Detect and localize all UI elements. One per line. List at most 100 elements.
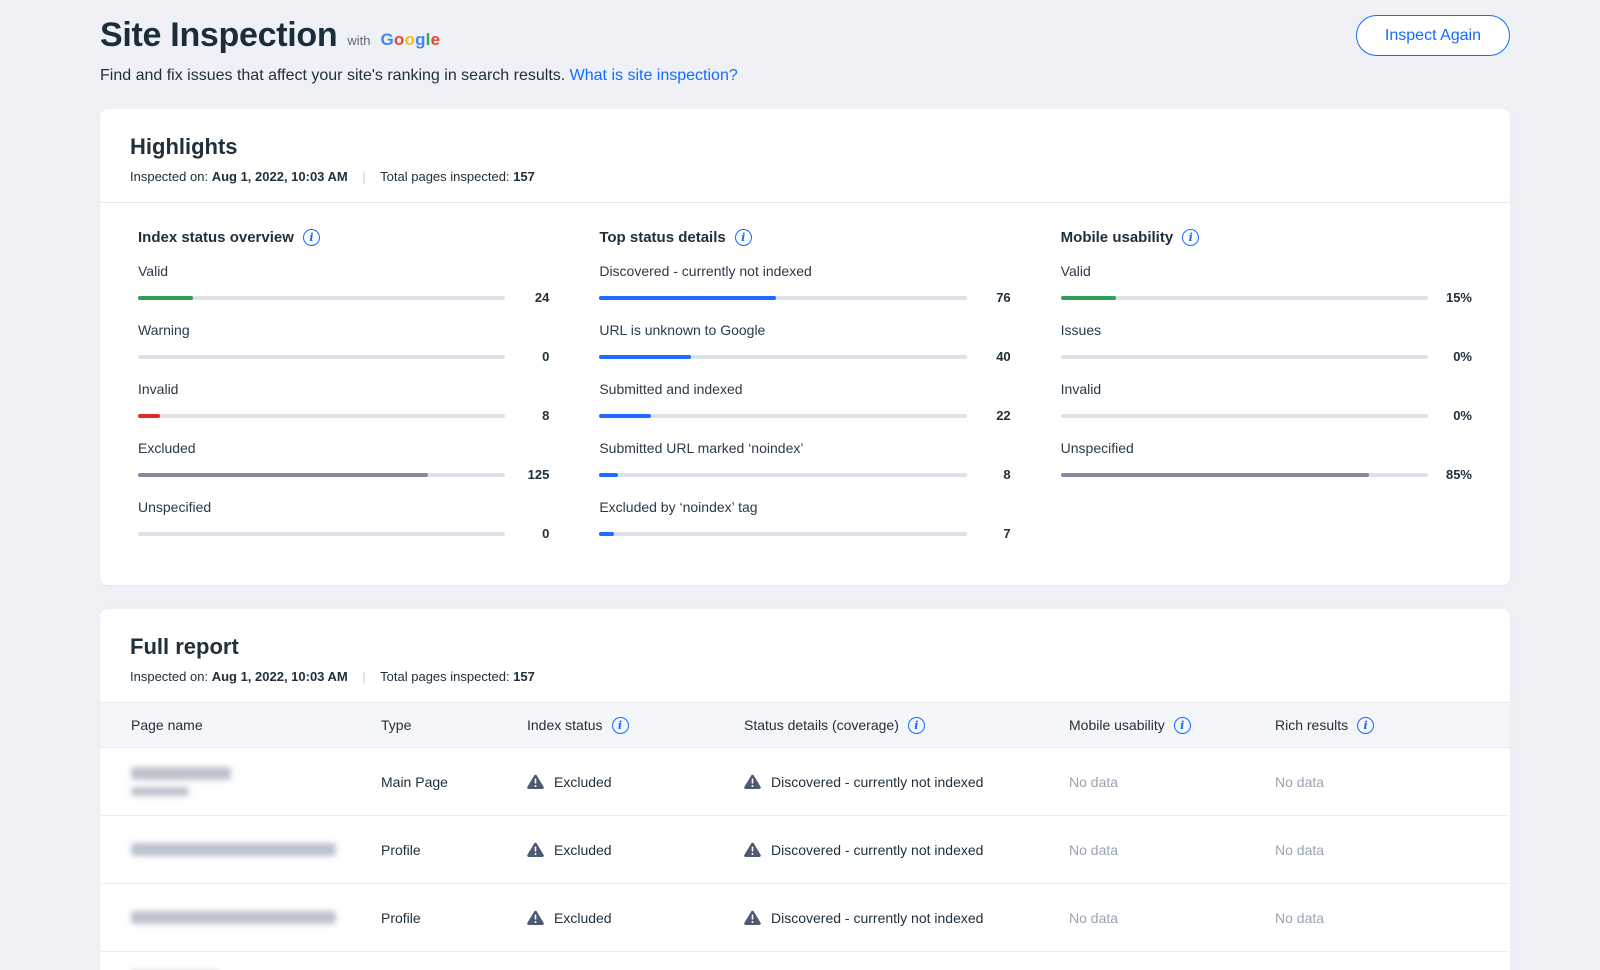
column-header-mobile-usability: Mobile usability <box>1069 717 1275 734</box>
progress-fill <box>599 296 775 300</box>
progress-track <box>138 296 505 300</box>
stat-discovered-not-indexed: Discovered - currently not indexed 76 <box>599 263 1010 305</box>
index-status-overview-title: Index status overview <box>138 229 294 246</box>
column-header-status-details: Status details (coverage) <box>744 717 1069 734</box>
warning-icon <box>527 910 544 925</box>
page-name-cell <box>131 767 381 796</box>
inspect-again-button[interactable]: Inspect Again <box>1356 15 1510 56</box>
rich-results-cell: No data <box>1275 774 1479 790</box>
progress-track <box>138 414 505 418</box>
full-report-card: Full report Inspected on: Aug 1, 2022, 1… <box>100 609 1510 970</box>
page-name-redacted <box>131 911 336 924</box>
column-header-page-name: Page name <box>131 717 381 733</box>
page-subtitle: Find and fix issues that affect your sit… <box>100 67 1510 85</box>
rich-results-cell: No data <box>1275 842 1479 858</box>
info-icon[interactable] <box>612 717 629 734</box>
info-icon[interactable] <box>1182 229 1199 246</box>
top-status-details-header: Top status details <box>599 229 1010 246</box>
stat-valid: Valid 24 <box>138 263 549 305</box>
table-header: Page name Type Index status Status detai… <box>100 702 1510 748</box>
progress-fill <box>1061 473 1370 477</box>
index-status-overview-column: Index status overview Valid 24 Warning 0… <box>138 229 549 541</box>
progress-track <box>599 355 966 359</box>
total-pages-label: Total pages inspected: <box>380 669 509 684</box>
status-details-cell: Discovered - currently not indexed <box>744 910 1069 926</box>
stat-unspecified: Unspecified 0 <box>138 499 549 541</box>
progress-track <box>1061 473 1428 477</box>
stat-warning: Warning 0 <box>138 322 549 364</box>
page-name-cell <box>131 911 381 924</box>
google-logo: Google <box>380 30 440 55</box>
table-row[interactable]: Product Invalid Submitted, marked ‘noind… <box>100 952 1510 970</box>
info-icon[interactable] <box>1174 717 1191 734</box>
table-row[interactable]: Main Page Excluded Discovered - currentl… <box>100 748 1510 816</box>
full-report-meta: Inspected on: Aug 1, 2022, 10:03 AM | To… <box>130 669 1480 684</box>
highlights-title: Highlights <box>130 134 1480 160</box>
total-pages-value: 157 <box>513 669 535 684</box>
info-icon[interactable] <box>735 229 752 246</box>
progress-fill <box>599 355 691 359</box>
warning-icon <box>744 774 761 789</box>
status-details-cell: Discovered - currently not indexed <box>744 774 1069 790</box>
progress-fill <box>138 296 193 300</box>
index-status-overview-header: Index status overview <box>138 229 549 246</box>
full-report-title: Full report <box>130 634 1480 660</box>
table-row[interactable]: Profile Excluded Discovered - currently … <box>100 816 1510 884</box>
mobile-usability-title: Mobile usability <box>1061 229 1174 246</box>
column-header-type: Type <box>381 717 527 733</box>
mobile-usability-column: Mobile usability Valid 15% Issues 0% Inv… <box>1061 229 1472 541</box>
progress-fill <box>599 414 650 418</box>
column-header-rich-results: Rich results <box>1275 717 1479 734</box>
index-status-cell: Excluded <box>527 910 744 926</box>
warning-icon <box>527 774 544 789</box>
title-row: Site Inspection with Google <box>100 16 1510 55</box>
progress-track <box>1061 414 1428 418</box>
stat-excluded: Excluded 125 <box>138 440 549 482</box>
progress-track <box>138 473 505 477</box>
warning-icon <box>744 910 761 925</box>
mobile-usability-cell: No data <box>1069 910 1275 926</box>
what-is-site-inspection-link[interactable]: What is site inspection? <box>570 67 738 84</box>
type-cell: Main Page <box>381 774 527 790</box>
top-status-details-column: Top status details Discovered - currentl… <box>599 229 1010 541</box>
inspected-on-value: Aug 1, 2022, 10:03 AM <box>212 669 348 684</box>
page-name-cell <box>131 843 381 856</box>
index-status-cell: Excluded <box>527 774 744 790</box>
stat-mobile-invalid: Invalid 0% <box>1061 381 1472 423</box>
mobile-usability-cell: No data <box>1069 774 1275 790</box>
page-name-redacted <box>131 767 231 780</box>
progress-track <box>599 473 966 477</box>
highlights-body: Index status overview Valid 24 Warning 0… <box>100 203 1510 585</box>
stat-excluded-noindex-tag: Excluded by ‘noindex’ tag 7 <box>599 499 1010 541</box>
progress-track <box>1061 296 1428 300</box>
inspected-on-label: Inspected on: <box>130 169 208 184</box>
inspected-on-label: Inspected on: <box>130 669 208 684</box>
meta-divider: | <box>362 169 365 184</box>
stat-url-unknown: URL is unknown to Google 40 <box>599 322 1010 364</box>
stat-mobile-valid: Valid 15% <box>1061 263 1472 305</box>
progress-fill <box>138 473 428 477</box>
mobile-usability-cell: No data <box>1069 842 1275 858</box>
progress-track <box>599 532 966 536</box>
subtitle-text: Find and fix issues that affect your sit… <box>100 67 565 84</box>
highlights-card-header: Highlights Inspected on: Aug 1, 2022, 10… <box>100 109 1510 203</box>
index-status-cell: Excluded <box>527 842 744 858</box>
progress-fill <box>599 532 614 536</box>
stat-mobile-issues: Issues 0% <box>1061 322 1472 364</box>
total-pages-value: 157 <box>513 169 535 184</box>
table-row[interactable]: Profile Excluded Discovered - currently … <box>100 884 1510 952</box>
column-header-index-status: Index status <box>527 717 744 734</box>
page-name-redacted <box>131 787 189 796</box>
info-icon[interactable] <box>1357 717 1374 734</box>
stat-mobile-unspecified: Unspecified 85% <box>1061 440 1472 482</box>
info-icon[interactable] <box>303 229 320 246</box>
info-icon[interactable] <box>908 717 925 734</box>
stat-submitted-indexed: Submitted and indexed 22 <box>599 381 1010 423</box>
page-title: Site Inspection <box>100 16 337 55</box>
page-name-redacted <box>131 843 336 856</box>
total-pages-label: Total pages inspected: <box>380 169 509 184</box>
mobile-usability-header: Mobile usability <box>1061 229 1472 246</box>
inspected-on-value: Aug 1, 2022, 10:03 AM <box>212 169 348 184</box>
warning-icon <box>744 842 761 857</box>
progress-fill <box>138 414 160 418</box>
